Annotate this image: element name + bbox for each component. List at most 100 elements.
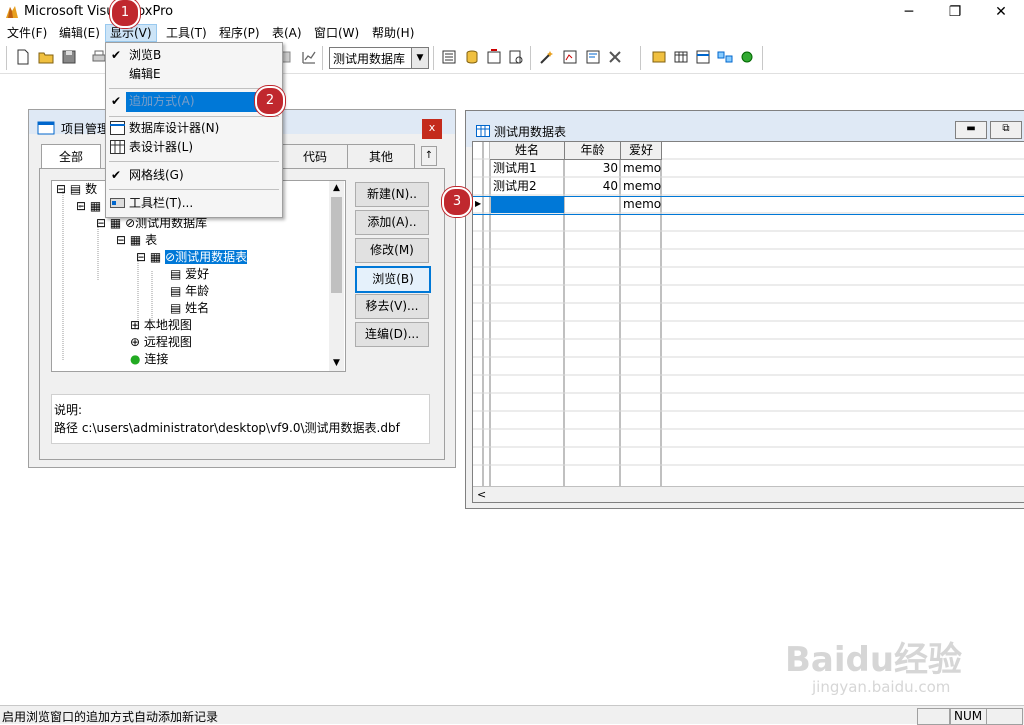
wizard-icon[interactable] <box>538 48 556 66</box>
database-group-icon: ▤ <box>69 182 82 196</box>
menu-item-table-designer[interactable]: 表设计器(L) <box>106 138 282 157</box>
tree-node-databases[interactable]: ⊟ ▦ <box>76 198 101 215</box>
minimize-button[interactable]: ─ <box>886 0 932 24</box>
description-box: 说明: 路径 c:\users\administrator\desktop\vf… <box>51 394 430 444</box>
menu-separator <box>109 116 279 117</box>
menu-file[interactable]: 文件(F) <box>3 25 51 41</box>
form-designer-icon[interactable] <box>561 48 579 66</box>
watermark-url: jingyan.baidu.com <box>812 678 951 696</box>
close-button[interactable]: ✕ <box>978 0 1024 24</box>
collapse-icon[interactable]: ⊟ <box>136 250 146 264</box>
modify-button[interactable]: 修改(M) <box>355 238 429 263</box>
cell-hobby[interactable]: memo <box>621 196 663 213</box>
code-icon[interactable] <box>507 48 525 66</box>
check-icon: ✔ <box>111 48 122 62</box>
tree-node-tables[interactable]: ⊟ ▦ 表 <box>116 232 157 249</box>
database-designer-icon <box>110 121 125 135</box>
chevron-down-icon[interactable]: ▼ <box>411 48 428 68</box>
step-badge-1: 1 <box>110 0 140 28</box>
tree-node-field-name[interactable]: ▤ 姓名 <box>170 300 209 317</box>
report-designer-icon[interactable] <box>584 48 602 66</box>
tab-other[interactable]: 其他 <box>347 144 415 169</box>
relation-icon[interactable] <box>716 48 734 66</box>
properties-icon[interactable] <box>485 48 503 66</box>
field-icon: ▤ <box>170 267 182 281</box>
tab-code[interactable]: 代码 <box>282 144 348 169</box>
menu-help[interactable]: 帮助(H) <box>368 25 418 41</box>
minimize-icon[interactable]: ▬ <box>955 121 987 139</box>
column-header-age[interactable]: 年龄 <box>565 142 621 160</box>
add-button[interactable]: 添加(A).. <box>355 210 429 235</box>
chart-wizard-icon[interactable] <box>300 48 318 66</box>
tree-node-field-hobby[interactable]: ▤ 爱好 <box>170 266 209 283</box>
open-folder-icon[interactable] <box>37 48 55 66</box>
cell-age[interactable] <box>565 196 620 213</box>
collapse-icon[interactable]: ⊟ <box>96 216 106 230</box>
tree-scrollbar-thumb[interactable] <box>331 197 342 293</box>
collapse-icon[interactable]: ⊟ <box>76 199 86 213</box>
close-icon[interactable]: x <box>422 119 442 139</box>
restore-icon[interactable]: ⧉ <box>990 121 1022 139</box>
menu-item-toolbars[interactable]: 工具栏(T)... <box>106 194 282 213</box>
database-icon[interactable] <box>694 48 712 66</box>
cell-age[interactable]: 30 <box>565 160 620 177</box>
collapse-icon[interactable]: ⊟ <box>56 182 66 196</box>
tables-icon: ▦ <box>129 233 142 247</box>
save-icon[interactable] <box>60 48 78 66</box>
cell-name[interactable] <box>491 197 564 213</box>
chevron-down-icon[interactable]: ▼ <box>329 356 344 370</box>
menu-window[interactable]: 窗口(W) <box>310 25 363 41</box>
command-window-icon[interactable] <box>440 48 458 66</box>
database-combo[interactable]: 测试用数据库 ▼ <box>329 47 429 69</box>
status-message: 启用浏览窗口的追加方式自动添加新记录 <box>2 710 219 724</box>
horizontal-scrollbar[interactable]: < <box>473 486 1024 502</box>
menu-item-database-designer[interactable]: 数据库设计器(N) <box>106 119 282 138</box>
menu-separator <box>109 88 279 89</box>
cell-age[interactable]: 40 <box>565 178 620 195</box>
toolbox-icon[interactable] <box>606 48 624 66</box>
column-header-hobby[interactable]: 爱好 <box>621 142 662 160</box>
status-panel <box>917 708 950 725</box>
browse-button[interactable]: 浏览(B) <box>355 266 431 293</box>
new-button[interactable]: 新建(N).. <box>355 182 429 207</box>
menu-item-edit[interactable]: 编辑E <box>106 65 282 84</box>
tree-node-field-age[interactable]: ▤ 年龄 <box>170 283 209 300</box>
new-file-icon[interactable] <box>14 48 32 66</box>
path-text: 路径 c:\users\administrator\desktop\vf9.0\… <box>54 421 400 435</box>
scroll-left-button[interactable]: < <box>477 487 486 502</box>
remove-button[interactable]: 移去(V)... <box>355 294 429 319</box>
tree-node-test-table[interactable]: ⊟ ▦ ⊘测试用数据表 <box>136 249 248 266</box>
menu-edit[interactable]: 编辑(E) <box>55 25 104 41</box>
build-button[interactable]: 连编(D)... <box>355 322 429 347</box>
toolbar-icon <box>110 198 125 208</box>
maximize-button[interactable]: ❐ <box>932 0 978 24</box>
tree-node-remote-views[interactable]: ⊕ 远程视图 <box>130 334 192 351</box>
tree-node-local-views[interactable]: ⊞ 本地视图 <box>130 317 192 334</box>
connection-icon[interactable] <box>738 48 756 66</box>
tree-node-connections[interactable]: ● 连接 <box>130 351 168 368</box>
table-icon[interactable] <box>672 48 690 66</box>
column-header-name[interactable]: 姓名 <box>490 142 565 160</box>
cell-hobby[interactable]: memo <box>621 178 663 195</box>
data-grid[interactable]: 姓名 年龄 爱好 测试用1 30 memo 测试用2 40 memo ▶ mem… <box>472 141 1024 503</box>
menu-tools[interactable]: 工具(T) <box>162 25 211 41</box>
collapse-icon[interactable]: ⊟ <box>116 233 126 247</box>
chevron-up-icon[interactable]: ▲ <box>329 181 344 195</box>
local-view-icon: ⊞ <box>130 318 141 332</box>
menu-program[interactable]: 程序(P) <box>215 25 264 41</box>
tab-all[interactable]: 全部 <box>41 144 101 169</box>
cell-name[interactable]: 测试用1 <box>491 160 539 177</box>
tab-scroll-button[interactable]: ↑ <box>421 146 437 166</box>
description-label: 说明: <box>54 403 83 417</box>
tree-node-data[interactable]: ⊟ ▤ 数 <box>56 181 97 198</box>
cell-name[interactable]: 测试用2 <box>491 178 539 195</box>
menu-item-browse[interactable]: ✔ 浏览B <box>106 46 282 65</box>
tree-scrollbar[interactable]: ▲ ▼ <box>329 181 344 371</box>
menu-separator <box>109 161 279 162</box>
menu-item-gridlines[interactable]: ✔ 网格线(G) <box>106 166 282 185</box>
view-icon[interactable] <box>650 48 668 66</box>
title-bar: Microsoft Visual FoxPro ─ ❐ ✕ <box>0 0 1024 24</box>
cell-hobby[interactable]: memo <box>621 160 663 177</box>
data-session-icon[interactable] <box>463 48 481 66</box>
menu-table[interactable]: 表(A) <box>268 25 306 41</box>
